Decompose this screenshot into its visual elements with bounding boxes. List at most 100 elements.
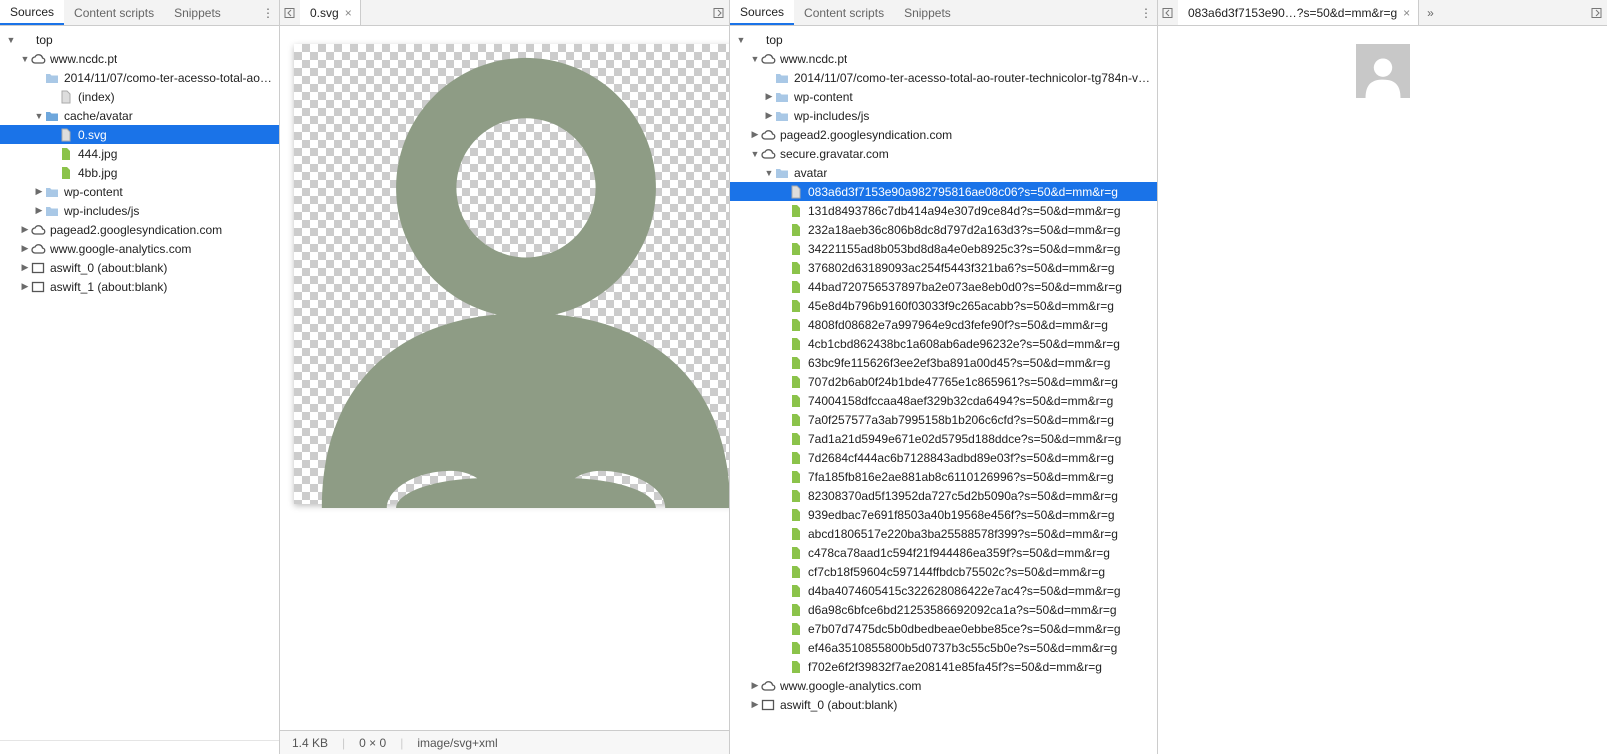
tree-item[interactable]: ▼www.ncdc.pt [730, 49, 1157, 68]
tree-item-label: aswift_0 (about:blank) [780, 698, 897, 712]
panel1-file-tree[interactable]: ▼top▼www.ncdc.pt2014/11/07/como-ter-aces… [0, 26, 279, 740]
nav-next-icon[interactable] [709, 0, 729, 25]
disclosure-icon[interactable]: ▼ [764, 168, 774, 178]
tabs-overflow-icon[interactable]: » [1419, 6, 1442, 20]
cloud-icon [760, 127, 776, 143]
disclosure-icon[interactable]: ▶ [750, 680, 760, 691]
disclosure-icon[interactable]: ▼ [6, 35, 16, 45]
tree-item-label: www.google-analytics.com [50, 242, 191, 256]
tree-item[interactable]: 4bb.jpg [0, 163, 279, 182]
tree-item[interactable]: 2014/11/07/como-ter-acesso-total-ao-rout… [730, 68, 1157, 87]
tree-item[interactable]: ▼top [0, 30, 279, 49]
kebab-icon[interactable]: ⋮ [257, 6, 279, 20]
disclosure-icon[interactable]: ▼ [736, 35, 746, 45]
tree-item[interactable]: ▼ cache/avatar [0, 106, 279, 125]
nav-next-icon[interactable] [1587, 0, 1607, 25]
tree-item[interactable]: ▼top [730, 30, 1157, 49]
tree-item[interactable]: 4cb1cbd862438bc1a608ab6ade96232e?s=50&d=… [730, 334, 1157, 353]
tree-item[interactable]: 083a6d3f7153e90a982795816ae08c06?s=50&d=… [730, 182, 1157, 201]
disclosure-icon[interactable]: ▼ [34, 111, 44, 121]
tree-item[interactable]: ▶pagead2.googlesyndication.com [730, 125, 1157, 144]
tree-item[interactable]: ▼secure.gravatar.com [730, 144, 1157, 163]
tree-item[interactable]: 74004158dfccaa48aef329b32cda6494?s=50&d=… [730, 391, 1157, 410]
close-icon[interactable]: × [345, 7, 352, 19]
tab-sources[interactable]: Sources [730, 0, 794, 25]
file-g-icon [788, 241, 804, 257]
disclosure-icon[interactable]: ▼ [750, 149, 760, 159]
tree-item[interactable]: ▶ www.google-analytics.com [0, 239, 279, 258]
tab-sources[interactable]: Sources [0, 0, 64, 25]
tree-item[interactable]: c478ca78aad1c594f21f944486ea359f?s=50&d=… [730, 543, 1157, 562]
tree-item[interactable]: abcd1806517e220ba3ba25588578f399?s=50&d=… [730, 524, 1157, 543]
file-g-icon [788, 222, 804, 238]
tree-item[interactable]: e7b07d7475dc5b0dbedbeae0ebbe85ce?s=50&d=… [730, 619, 1157, 638]
tree-item[interactable]: 82308370ad5f13952da727c5d2b5090a?s=50&d=… [730, 486, 1157, 505]
tree-item-label: d4ba4074605415c322628086422e7ac4?s=50&d=… [808, 584, 1121, 598]
disclosure-icon[interactable]: ▶ [764, 91, 774, 102]
disclosure-icon[interactable]: ▶ [20, 281, 30, 292]
tree-item[interactable]: 0.svg [0, 125, 279, 144]
panel1-hscroll[interactable] [0, 740, 279, 754]
tree-item[interactable]: 7d2684cf444ac6b7128843adbd89e03f?s=50&d=… [730, 448, 1157, 467]
tree-item[interactable]: d6a98c6bfce6bd21253586692092ca1a?s=50&d=… [730, 600, 1157, 619]
close-icon[interactable]: × [1403, 7, 1410, 19]
tree-item[interactable]: 45e8d4b796b9160f03033f9c265acabb?s=50&d=… [730, 296, 1157, 315]
disclosure-icon[interactable]: ▶ [34, 205, 44, 216]
disclosure-icon[interactable]: ▶ [20, 224, 30, 235]
tree-item[interactable]: 4808fd08682e7a997964e9cd3fefe90f?s=50&d=… [730, 315, 1157, 334]
nav-prev-icon[interactable] [1158, 0, 1178, 25]
tree-item[interactable]: f702e6f2f39832f7ae208141e85fa45f?s=50&d=… [730, 657, 1157, 676]
panel2-file-tree[interactable]: ▼top▼www.ncdc.pt2014/11/07/como-ter-aces… [730, 26, 1157, 754]
disclosure-icon[interactable]: ▶ [764, 110, 774, 121]
tree-item-label: 45e8d4b796b9160f03033f9c265acabb?s=50&d=… [808, 299, 1114, 313]
tree-item[interactable]: 939edbac7e691f8503a40b19568e456f?s=50&d=… [730, 505, 1157, 524]
tree-item[interactable]: 7fa185fb816e2ae881ab8c6110126996?s=50&d=… [730, 467, 1157, 486]
disclosure-icon[interactable]: ▼ [20, 54, 30, 64]
tree-item[interactable]: ▶wp-content [0, 182, 279, 201]
tree-item[interactable]: 232a18aeb36c806b8dc8d797d2a163d3?s=50&d=… [730, 220, 1157, 239]
disclosure-icon[interactable]: ▶ [20, 243, 30, 254]
panel1-open-file-tab[interactable]: 0.svg × [300, 0, 361, 25]
tab-snippets[interactable]: Snippets [164, 0, 231, 25]
tree-item[interactable]: d4ba4074605415c322628086422e7ac4?s=50&d=… [730, 581, 1157, 600]
disclosure-icon[interactable]: ▶ [20, 262, 30, 273]
folder-icon [44, 108, 60, 124]
tree-item[interactable]: 444.jpg [0, 144, 279, 163]
tree-item[interactable]: 707d2b6ab0f24b1bde47765e1c865961?s=50&d=… [730, 372, 1157, 391]
tree-item[interactable]: 131d8493786c7db414a94e307d9ce84d?s=50&d=… [730, 201, 1157, 220]
disclosure-icon[interactable]: ▶ [750, 699, 760, 710]
disclosure-icon[interactable]: ▶ [750, 129, 760, 140]
tab-content-scripts[interactable]: Content scripts [64, 0, 164, 25]
tree-item-label: 34221155ad8b053bd8d8a4e0eb8925c3?s=50&d=… [808, 242, 1120, 256]
tree-item[interactable]: 7a0f257577a3ab7995158b1b206c6cfd?s=50&d=… [730, 410, 1157, 429]
tab-snippets[interactable]: Snippets [894, 0, 961, 25]
nav-prev-icon[interactable] [280, 0, 300, 25]
tree-item-label: wp-includes/js [64, 204, 139, 218]
disclosure-icon[interactable]: ▶ [34, 186, 44, 197]
tree-item[interactable]: ▼avatar [730, 163, 1157, 182]
tree-item[interactable]: 34221155ad8b053bd8d8a4e0eb8925c3?s=50&d=… [730, 239, 1157, 258]
tree-item[interactable]: cf7cb18f59604c597144ffbdcb75502c?s=50&d=… [730, 562, 1157, 581]
tree-item[interactable]: ▶aswift_0 (about:blank) [0, 258, 279, 277]
disclosure-icon[interactable]: ▼ [750, 54, 760, 64]
tree-item-label: cache/avatar [64, 109, 133, 123]
tree-item[interactable]: ▶aswift_1 (about:blank) [0, 277, 279, 296]
tree-item[interactable]: (index) [0, 87, 279, 106]
tree-item[interactable]: ef46a3510855800b5d0737b3c55c5b0e?s=50&d=… [730, 638, 1157, 657]
tree-item[interactable]: ▶www.google-analytics.com [730, 676, 1157, 695]
panel2-open-file-tab[interactable]: 083a6d3f7153e90…?s=50&d=mm&r=g × [1178, 0, 1419, 25]
tree-item[interactable]: 44bad720756537897ba2e073ae8eb0d0?s=50&d=… [730, 277, 1157, 296]
tree-item[interactable]: 376802d63189093ac254f5443f321ba6?s=50&d=… [730, 258, 1157, 277]
tree-item[interactable]: ▶wp-content [730, 87, 1157, 106]
tree-item[interactable]: 2014/11/07/como-ter-acesso-total-ao-ro [0, 68, 279, 87]
tree-item[interactable]: ▶pagead2.googlesyndication.com [0, 220, 279, 239]
tree-item[interactable]: 63bc9fe115626f3ee2ef3ba891a00d45?s=50&d=… [730, 353, 1157, 372]
tree-item[interactable]: ▶ aswift_0 (about:blank) [730, 695, 1157, 714]
tree-item[interactable]: 7ad1a21d5949e671e02d5795d188ddce?s=50&d=… [730, 429, 1157, 448]
tree-item[interactable]: ▶ wp-includes/js [0, 201, 279, 220]
tab-content-scripts[interactable]: Content scripts [794, 0, 894, 25]
tree-item[interactable]: ▶wp-includes/js [730, 106, 1157, 125]
tree-item[interactable]: ▼www.ncdc.pt [0, 49, 279, 68]
kebab-icon[interactable]: ⋮ [1135, 6, 1157, 20]
status-mime: image/svg+xml [417, 736, 497, 750]
